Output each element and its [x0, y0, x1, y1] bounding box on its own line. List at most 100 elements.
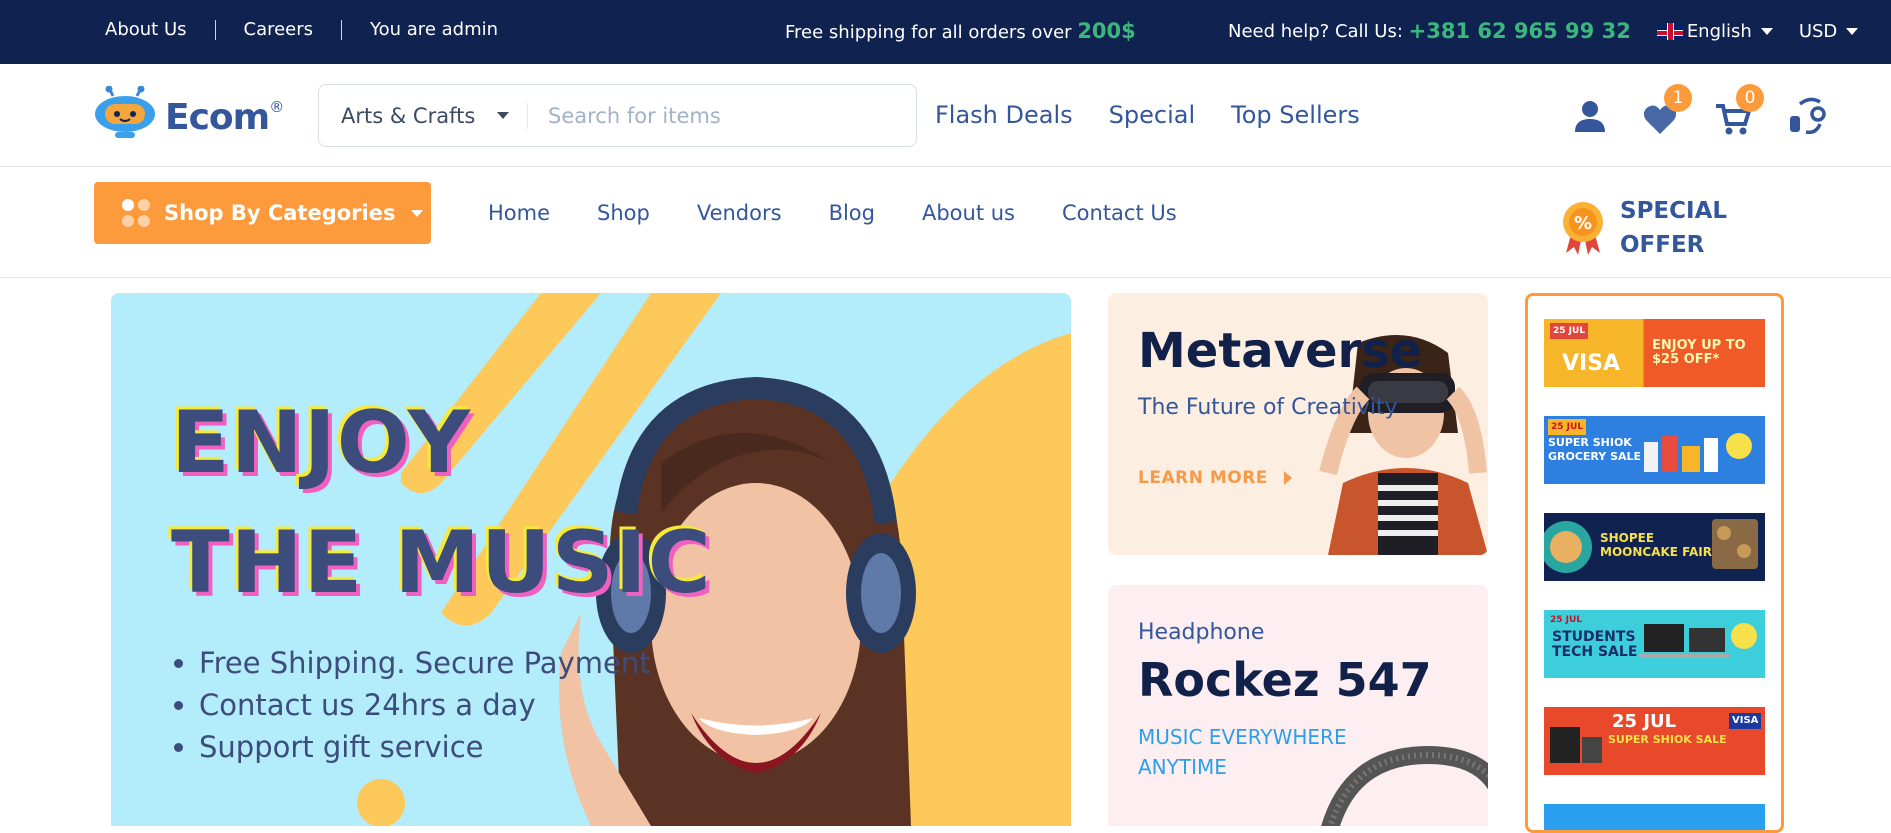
- account-button[interactable]: [1570, 92, 1620, 142]
- banner-tag: VISA: [1729, 713, 1762, 729]
- top-sellers-link[interactable]: Top Sellers: [1231, 101, 1360, 129]
- banner-text: STUDENTS TECH SALE: [1552, 629, 1638, 660]
- nav-links: Home Shop Vendors Blog About us Contact …: [488, 201, 1224, 225]
- grocery-products-image: [1644, 433, 1752, 472]
- flash-deals-link[interactable]: Flash Deals: [935, 101, 1073, 129]
- learn-more-link[interactable]: LEARN MORE: [1138, 468, 1293, 488]
- banner-text: SUPER SHIOK GROCERY SALE: [1548, 436, 1642, 463]
- side-banner[interactable]: 25 JUL SUPER SHIOK SALE VISA: [1544, 707, 1765, 775]
- hero-bullet: Contact us 24hrs a day: [199, 684, 651, 726]
- currency-select[interactable]: USD: [1798, 20, 1859, 42]
- hero-title-line1: ENJOY: [171, 393, 472, 493]
- logo[interactable]: Ecom ®: [93, 86, 284, 138]
- language-label: English: [1686, 20, 1752, 42]
- hero-bullet: Support gift service: [199, 726, 651, 768]
- help-area: Need help? Call Us: +381 62 965 99 32 En…: [1228, 19, 1859, 43]
- discount-badge-icon: %: [1563, 202, 1603, 255]
- metaverse-card[interactable]: Metaverse The Future of Creativity LEARN…: [1108, 293, 1488, 555]
- learn-more-label: LEARN MORE: [1138, 468, 1268, 488]
- uk-flag-icon: [1656, 22, 1683, 40]
- wishlist-button[interactable]: 1: [1642, 84, 1692, 142]
- special-line1: SPECIAL: [1620, 198, 1728, 224]
- robot-logo-icon: [95, 86, 155, 138]
- categories-label: Shop By Categories: [164, 201, 396, 225]
- header-links: Flash Deals Special Top Sellers: [935, 101, 1396, 129]
- banner-date: 25 JUL: [1612, 711, 1677, 732]
- gadgets-image: [1550, 727, 1602, 763]
- chevron-down-icon: [497, 112, 510, 119]
- nav-shop[interactable]: Shop: [597, 201, 650, 225]
- shop-by-categories-button[interactable]: Shop By Categories: [94, 182, 431, 244]
- special-line2: OFFER: [1620, 232, 1705, 258]
- banner-text: VISA: [1562, 351, 1621, 376]
- category-select[interactable]: Arts & Crafts: [319, 102, 528, 129]
- header: Ecom ® Arts & Crafts Flash Deals Special…: [0, 64, 1891, 167]
- special-offer-text: SPECIAL OFFER: [1620, 194, 1727, 262]
- hero-banner[interactable]: ENJOY THE MUSIC Free Shipping. Secure Pay…: [111, 293, 1071, 826]
- banner-date: 25 JUL: [1550, 323, 1589, 339]
- registered-mark: ®: [269, 98, 285, 116]
- hero-title-line2: THE MUSIC: [171, 513, 712, 613]
- card-title: Metaverse: [1138, 323, 1423, 379]
- nav-about-us[interactable]: About us: [922, 201, 1015, 225]
- shipping-amount: 200$: [1077, 19, 1136, 43]
- divider: [214, 19, 216, 40]
- banner-text: SUPER SHIOK SALE: [1608, 733, 1727, 746]
- shipping-text: Free shipping for all orders over: [785, 22, 1072, 43]
- card-subtitle: The Future of Creativity: [1138, 395, 1398, 420]
- side-banner[interactable]: [1544, 804, 1765, 830]
- side-banner[interactable]: 25 JUL SUPER SHIOK GROCERY SALE: [1544, 416, 1765, 484]
- cart-count-badge: 0: [1736, 84, 1764, 112]
- wishlist-count-badge: 1: [1664, 84, 1692, 112]
- chevron-down-icon: [1760, 28, 1773, 35]
- grid-icon: [122, 199, 150, 227]
- hero-title: ENJOY THE MUSIC: [171, 383, 712, 623]
- nav-contact-us[interactable]: Contact Us: [1062, 201, 1177, 225]
- banner-text: SHOPEE MOONCAKE FAIR: [1600, 531, 1712, 559]
- chevron-down-icon: [411, 209, 424, 217]
- careers-link[interactable]: Careers: [244, 19, 314, 40]
- search-bar: Arts & Crafts: [318, 84, 917, 147]
- category-select-label: Arts & Crafts: [341, 103, 476, 128]
- about-us-link[interactable]: About Us: [105, 19, 187, 40]
- compare-button[interactable]: [1786, 92, 1836, 142]
- top-bar: About Us Careers You are admin Free ship…: [0, 0, 1891, 64]
- special-offer[interactable]: % SPECIAL OFFER: [1560, 194, 1727, 262]
- banner-text: ENJOY UP TO $25 OFF*: [1652, 338, 1746, 367]
- phone-number[interactable]: +381 62 965 99 32: [1409, 19, 1631, 43]
- side-banner-list: 25 JUL VISA ENJOY UP TO $25 OFF* 25 JUL …: [1525, 293, 1784, 833]
- help-text: Need help? Call Us:: [1228, 20, 1403, 42]
- hero-bullets: Free Shipping. Secure Payment Contact us…: [199, 642, 651, 768]
- chevron-down-icon: [1846, 28, 1859, 35]
- hero-bullet: Free Shipping. Secure Payment: [199, 642, 651, 684]
- special-link[interactable]: Special: [1109, 101, 1195, 129]
- card-kicker: Headphone: [1138, 620, 1265, 645]
- brand-name: Ecom: [165, 97, 270, 138]
- search-input[interactable]: [548, 103, 898, 128]
- headphone-card[interactable]: Headphone Rockez 547 MUSIC EVERYWHERE AN…: [1108, 585, 1488, 826]
- user-icon: [1575, 101, 1605, 132]
- side-banner[interactable]: 25 JUL VISA ENJOY UP TO $25 OFF*: [1544, 319, 1765, 387]
- header-icons: 1 0: [1570, 84, 1858, 142]
- divider: [341, 19, 343, 40]
- top-links: About Us Careers You are admin: [105, 19, 498, 40]
- admin-status: You are admin: [370, 19, 499, 40]
- nav-home[interactable]: Home: [488, 201, 550, 225]
- nav-vendors[interactable]: Vendors: [697, 201, 782, 225]
- side-banner[interactable]: 25 JUL STUDENTS TECH SALE: [1544, 610, 1765, 678]
- banner-date: 25 JUL: [1550, 615, 1583, 625]
- arrow-right-icon: [1284, 471, 1293, 485]
- headphone-image: [1321, 745, 1488, 826]
- currency-label: USD: [1798, 20, 1838, 42]
- shipping-notice: Free shipping for all orders over 200$: [785, 19, 1136, 43]
- cart-button[interactable]: 0: [1714, 84, 1764, 142]
- language-select[interactable]: English: [1687, 21, 1773, 42]
- nav-blog[interactable]: Blog: [829, 201, 875, 225]
- card-title: Rockez 547: [1138, 653, 1432, 707]
- main-nav: Shop By Categories Home Shop Vendors Blo…: [0, 168, 1891, 278]
- laptops-image: [1639, 623, 1757, 658]
- compare-icon: [1790, 97, 1826, 135]
- side-banner[interactable]: SHOPEE MOONCAKE FAIR: [1544, 513, 1765, 581]
- svg-text:%: %: [1574, 213, 1592, 234]
- banner-date: 25 JUL: [1548, 419, 1587, 435]
